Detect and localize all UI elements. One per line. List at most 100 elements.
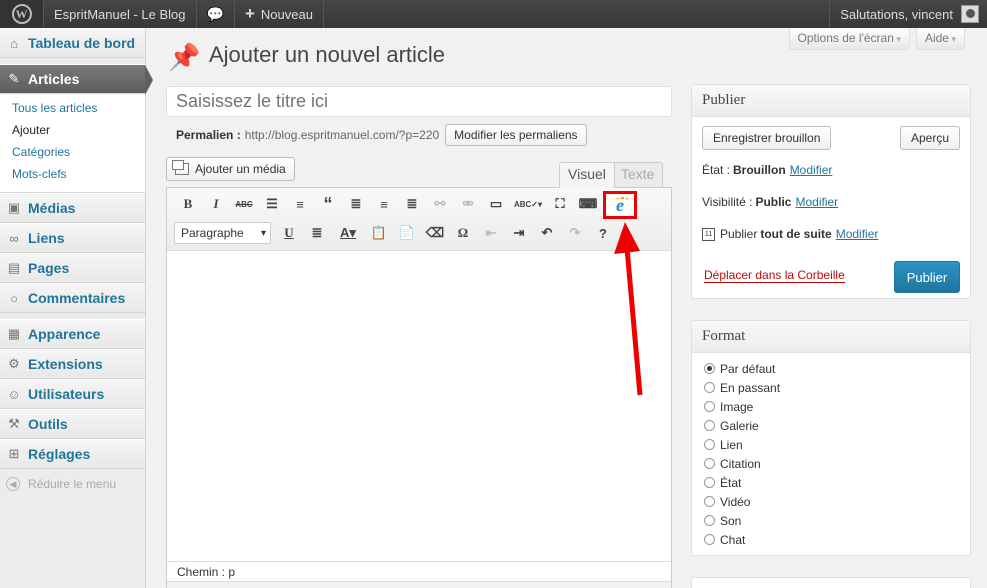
text-color-icon[interactable]: A▾: [331, 221, 365, 245]
collapse-menu-button[interactable]: ◀ Réduire le menu: [0, 469, 145, 499]
screen-options-button[interactable]: Options de l'écran: [788, 28, 910, 50]
sidebar-item-label: Extensions: [28, 356, 103, 372]
add-media-button[interactable]: Ajouter un média: [166, 157, 295, 181]
format-option-label: Lien: [720, 437, 743, 452]
red-arrow-annotation: [614, 222, 643, 396]
e-logo-icon: e: [616, 194, 624, 215]
plugins-icon: ⚙: [8, 356, 20, 371]
edit-visibility-link[interactable]: Modifier: [795, 195, 838, 209]
sidebar-item-dashboard[interactable]: ⌂ Tableau de bord: [0, 28, 145, 58]
sidebar-item-users[interactable]: ☺ Utilisateurs: [0, 379, 145, 409]
post-editor: B I ABC ☰ ≡ “ ≣ ≡ ≣ ⚯ ⚮ ▭ ABC✓▾ ⛶ ⌨ Para…: [166, 187, 672, 588]
format-option-aside[interactable]: En passant: [704, 378, 958, 397]
blockquote-icon[interactable]: “: [314, 192, 342, 216]
format-box: Format Par défaut En passant Image Galer…: [691, 320, 971, 556]
users-icon: ☺: [7, 386, 21, 402]
bullet-list-icon[interactable]: ☰: [258, 192, 286, 216]
move-to-trash-link[interactable]: Déplacer dans la Corbeille: [704, 268, 845, 283]
sidebar-item-appearance[interactable]: ▦ Apparence: [0, 319, 145, 349]
format-select[interactable]: Paragraphe: [174, 222, 271, 244]
publish-button[interactable]: Publier: [894, 261, 960, 293]
italic-icon[interactable]: I: [202, 192, 230, 216]
sidebar-item-media[interactable]: ▣ Médias: [0, 193, 145, 223]
edit-schedule-link[interactable]: Modifier: [836, 227, 879, 241]
radio[interactable]: [704, 496, 715, 507]
paste-word-icon[interactable]: 📄: [393, 221, 421, 245]
edit-status-link[interactable]: Modifier: [790, 163, 833, 177]
format-option-quote[interactable]: Citation: [704, 454, 958, 473]
paste-text-icon[interactable]: 📋: [365, 221, 393, 245]
help-button[interactable]: Aide: [915, 28, 965, 50]
editor-content-area[interactable]: [167, 251, 671, 560]
radio[interactable]: [704, 439, 715, 450]
spellcheck-icon[interactable]: ABC✓▾: [510, 192, 546, 216]
numbered-list-icon[interactable]: ≡: [286, 192, 314, 216]
radio[interactable]: [704, 401, 715, 412]
radio[interactable]: [704, 477, 715, 488]
new-content-menu[interactable]: + Nouveau: [235, 0, 324, 28]
sidebar-item-articles[interactable]: ✎ Articles: [0, 64, 153, 95]
status-value: Brouillon: [733, 163, 786, 177]
special-char-icon[interactable]: Ω: [449, 221, 477, 245]
edit-permalink-button[interactable]: Modifier les permaliens: [445, 124, 587, 146]
publish-when: tout de suite: [760, 227, 832, 241]
radio[interactable]: [704, 458, 715, 469]
format-option-gallery[interactable]: Galerie: [704, 416, 958, 435]
underline-icon[interactable]: U: [275, 221, 303, 245]
submenu-tags[interactable]: Mots-clefs: [0, 164, 145, 186]
radio-checked[interactable]: [704, 363, 715, 374]
kitchen-sink-icon[interactable]: ⌨: [574, 192, 602, 216]
unlink-icon[interactable]: ⚮: [454, 192, 482, 216]
radio[interactable]: [704, 515, 715, 526]
pin-icon: ✎: [8, 71, 20, 86]
indent-icon[interactable]: ⇥: [505, 221, 533, 245]
sidebar-item-comments[interactable]: ○ Commentaires: [0, 283, 145, 313]
comments-link[interactable]: 💬: [197, 0, 235, 28]
align-right-icon[interactable]: ≣: [398, 192, 426, 216]
insert-link-icon[interactable]: ⚯: [426, 192, 454, 216]
sidebar-item-label: Apparence: [28, 326, 101, 342]
submenu-all-articles[interactable]: Tous les articles: [0, 98, 145, 120]
redo-icon[interactable]: ↷: [561, 221, 589, 245]
tab-text[interactable]: Texte: [612, 162, 664, 187]
tab-visual[interactable]: Visuel: [559, 162, 615, 188]
strikethrough-icon[interactable]: ABC: [230, 192, 258, 216]
outdent-icon[interactable]: ⇤: [477, 221, 505, 245]
sidebar-item-extensions[interactable]: ⚙ Extensions: [0, 349, 145, 379]
sidebar-item-pages[interactable]: ▤ Pages: [0, 253, 145, 283]
radio[interactable]: [704, 382, 715, 393]
espritmanuel-plugin-button[interactable]: e: [603, 191, 637, 219]
sidebar-item-tools[interactable]: ⚒ Outils: [0, 409, 145, 439]
format-option-default[interactable]: Par défaut: [704, 359, 958, 378]
clear-formatting-icon[interactable]: ⌫: [421, 221, 449, 245]
insert-more-icon[interactable]: ▭: [482, 192, 510, 216]
sidebar-item-links[interactable]: ∞ Liens: [0, 223, 145, 253]
format-option-audio[interactable]: Son: [704, 511, 958, 530]
bold-icon[interactable]: B: [174, 192, 202, 216]
format-option-video[interactable]: Vidéo: [704, 492, 958, 511]
radio[interactable]: [704, 534, 715, 545]
post-title-input[interactable]: [166, 86, 672, 117]
format-option-chat[interactable]: Chat: [704, 530, 958, 549]
radio[interactable]: [704, 420, 715, 431]
sidebar-item-label: Liens: [28, 230, 65, 246]
submenu-categories[interactable]: Catégories: [0, 142, 145, 164]
align-center-icon[interactable]: ≡: [370, 192, 398, 216]
admin-bar: W EspritManuel - Le Blog 💬 + Nouveau Salu…: [0, 0, 987, 28]
sidebar-item-settings[interactable]: ⊞ Réglages: [0, 439, 145, 469]
format-option-status[interactable]: État: [704, 473, 958, 492]
justify-icon[interactable]: ≣: [303, 221, 331, 245]
fullscreen-icon[interactable]: ⛶: [546, 192, 574, 216]
next-metabox: [691, 577, 971, 588]
format-option-image[interactable]: Image: [704, 397, 958, 416]
align-left-icon[interactable]: ≣: [342, 192, 370, 216]
account-menu[interactable]: Salutations, vincent: [829, 0, 987, 28]
collapse-arrow-icon: ◀: [6, 477, 20, 491]
preview-button[interactable]: Aperçu: [899, 126, 960, 150]
format-option-link[interactable]: Lien: [704, 435, 958, 454]
undo-icon[interactable]: ↶: [533, 221, 561, 245]
site-name-link[interactable]: EspritManuel - Le Blog: [44, 0, 197, 28]
save-draft-button[interactable]: Enregistrer brouillon: [702, 126, 832, 150]
submenu-add[interactable]: Ajouter: [0, 120, 145, 142]
wordpress-menu[interactable]: W: [0, 0, 44, 28]
